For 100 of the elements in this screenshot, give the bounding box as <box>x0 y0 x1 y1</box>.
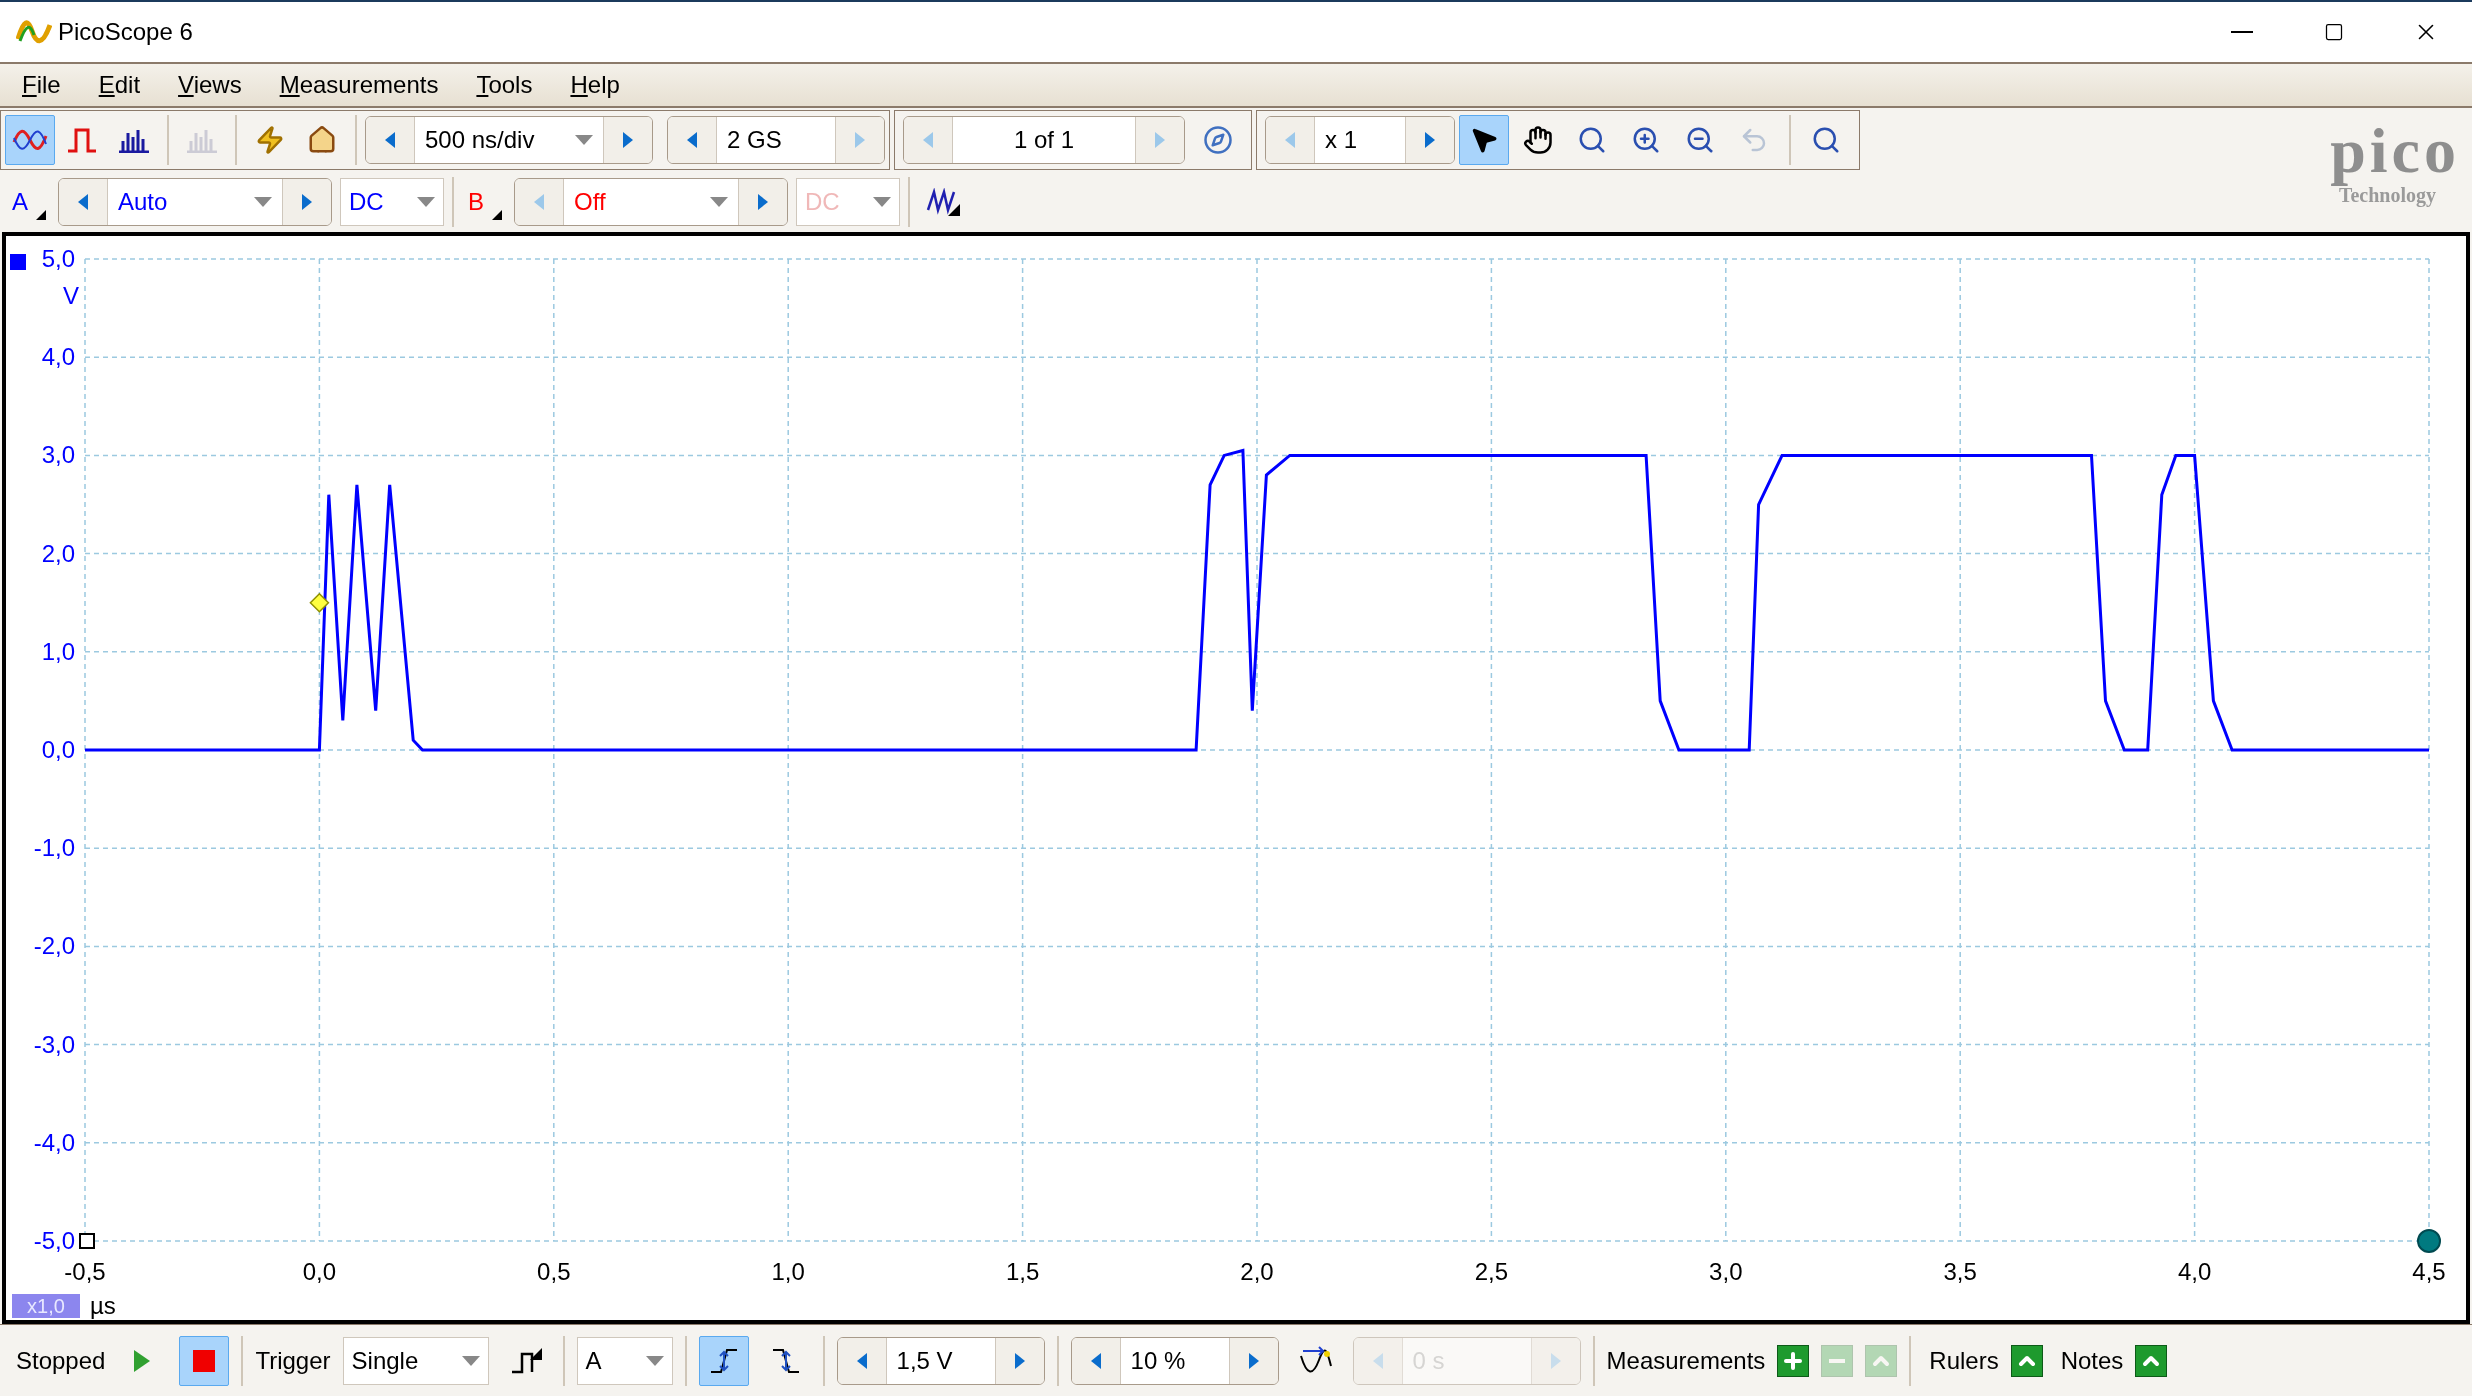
previous-button[interactable] <box>837 1337 886 1384</box>
caret-icon <box>575 135 593 145</box>
pulse-icon <box>66 127 98 153</box>
axis-tick-label: 3,5 <box>1943 1258 1977 1285</box>
value-field[interactable]: x 1 <box>1314 117 1406 163</box>
axis-tick-label: 1,5 <box>1005 1258 1040 1285</box>
capture-status: Stopped <box>16 1345 106 1376</box>
right-arrow-icon <box>1549 1351 1562 1370</box>
next-button[interactable] <box>739 179 787 225</box>
previous-button[interactable] <box>59 179 107 225</box>
measurements-label: Measurements <box>1606 1345 1766 1376</box>
left-arrow-icon <box>1089 1351 1102 1370</box>
bar-graph-icon <box>185 127 219 153</box>
show-panel-button[interactable] <box>2135 1344 2168 1377</box>
zoom-icon <box>1811 125 1841 155</box>
left-arrow-icon <box>533 193 545 211</box>
trigger-mode-dropdown[interactable]: Single <box>342 1336 489 1385</box>
next-button[interactable] <box>604 117 652 163</box>
value-field[interactable]: 1,5 V <box>885 1337 996 1384</box>
axis-tick-label: 4,0 <box>41 343 75 371</box>
wave-icon <box>926 188 960 216</box>
caret-icon <box>873 197 891 207</box>
dropdown-field[interactable]: Off <box>563 179 739 225</box>
panel-label: Rulers <box>1929 1345 1999 1376</box>
menu-item[interactable]: Measurements <box>279 67 439 103</box>
menu-item[interactable]: Tools <box>476 67 533 103</box>
probe-scale-badge: x1,0 <box>12 1294 80 1318</box>
right-arrow-icon <box>757 193 769 211</box>
next-button[interactable] <box>1229 1337 1278 1384</box>
axis-tick-label: 0,0 <box>302 1258 337 1285</box>
value-field[interactable]: 10 % <box>1119 1337 1230 1384</box>
zoom-in-icon <box>1631 125 1661 155</box>
left-arrow-icon <box>384 131 396 149</box>
rising-edge-button[interactable] <box>698 1335 749 1386</box>
bar-graph-icon <box>117 127 151 153</box>
next-button[interactable] <box>283 179 331 225</box>
maximize-icon <box>2324 22 2344 42</box>
trigger-delay-icon <box>1298 1345 1333 1376</box>
right-arrow-icon <box>301 193 313 211</box>
channel-button[interactable]: B <box>462 178 506 226</box>
value-field[interactable]: 1 of 1 <box>952 117 1136 163</box>
caret-icon <box>254 197 272 207</box>
window-title: PicoScope 6 <box>58 17 193 47</box>
axis-tick-label: 3,0 <box>1709 1258 1743 1285</box>
stop-button[interactable] <box>179 1335 230 1386</box>
left-arrow-icon <box>1371 1351 1384 1370</box>
axis-unit-label: µs <box>90 1292 116 1319</box>
minus-icon <box>1829 1358 1846 1363</box>
previous-button[interactable] <box>668 117 716 163</box>
zoom-icon <box>1577 125 1607 155</box>
axis-tick-label: 1,0 <box>771 1258 805 1285</box>
axis-tick-label: 0,5 <box>537 1258 571 1285</box>
caret-icon <box>417 197 435 207</box>
right-arrow-icon <box>1424 131 1436 149</box>
channel-button[interactable]: A <box>6 178 50 226</box>
axis-tick-label: -0,5 <box>64 1258 106 1285</box>
ruler-handle-icon[interactable] <box>79 1233 95 1249</box>
axis-tick-label: 2,5 <box>1474 1258 1509 1285</box>
caret-icon <box>645 1355 664 1366</box>
right-arrow-icon <box>1013 1351 1026 1370</box>
axis-tick-label: 4,5 <box>2412 1258 2446 1285</box>
axis-tick-label: 2,0 <box>1240 1258 1274 1285</box>
minimize-icon <box>2231 31 2253 33</box>
pointer-tool-button[interactable] <box>1459 115 1509 165</box>
menu-item[interactable]: File <box>22 67 61 103</box>
previous-button[interactable] <box>1071 1337 1120 1384</box>
right-arrow-icon <box>854 131 866 149</box>
left-arrow-icon <box>855 1351 868 1370</box>
trigger-marker-icon[interactable] <box>309 592 330 613</box>
ruler-handle-icon[interactable] <box>2417 1229 2441 1253</box>
menu-item[interactable]: Help <box>570 67 620 103</box>
axis-tick-label: 4,0 <box>2177 1258 2212 1285</box>
trigger-source-dropdown[interactable]: A <box>576 1336 673 1385</box>
left-arrow-icon <box>1284 131 1296 149</box>
menu-item[interactable]: Views <box>178 67 242 103</box>
add-measurement-button[interactable] <box>1777 1344 1810 1377</box>
axis-tick-label: -1,0 <box>33 834 75 862</box>
hand-icon <box>1523 125 1553 155</box>
previous-button[interactable] <box>366 117 414 163</box>
axis-unit-label: V <box>63 282 79 309</box>
dropdown-field[interactable]: 500 ns/div <box>414 117 604 163</box>
dropdown-field[interactable]: Auto <box>107 179 283 225</box>
right-arrow-icon <box>1247 1351 1260 1370</box>
home-icon <box>307 125 337 155</box>
show-panel-button[interactable] <box>2010 1344 2043 1377</box>
axis-tick-label: 0,0 <box>41 736 75 763</box>
next-button[interactable] <box>1406 117 1454 163</box>
caret-icon <box>710 197 728 207</box>
play-icon <box>134 1349 151 1372</box>
next-button[interactable] <box>995 1337 1044 1384</box>
zoom-out-icon <box>1685 125 1715 155</box>
axis-tick-label: 3,0 <box>41 441 75 469</box>
menu-item[interactable]: Edit <box>98 67 141 103</box>
axis-tick-label: -2,0 <box>33 932 75 960</box>
scope-view-button[interactable] <box>5 115 55 165</box>
trigger-label: Trigger <box>255 1345 331 1376</box>
axis-tick-label: 1,0 <box>41 637 75 665</box>
axis-tick-label: -3,0 <box>33 1030 75 1058</box>
value-field[interactable]: 2 GS <box>716 117 836 163</box>
coupling-dropdown[interactable]: DC <box>340 178 444 226</box>
